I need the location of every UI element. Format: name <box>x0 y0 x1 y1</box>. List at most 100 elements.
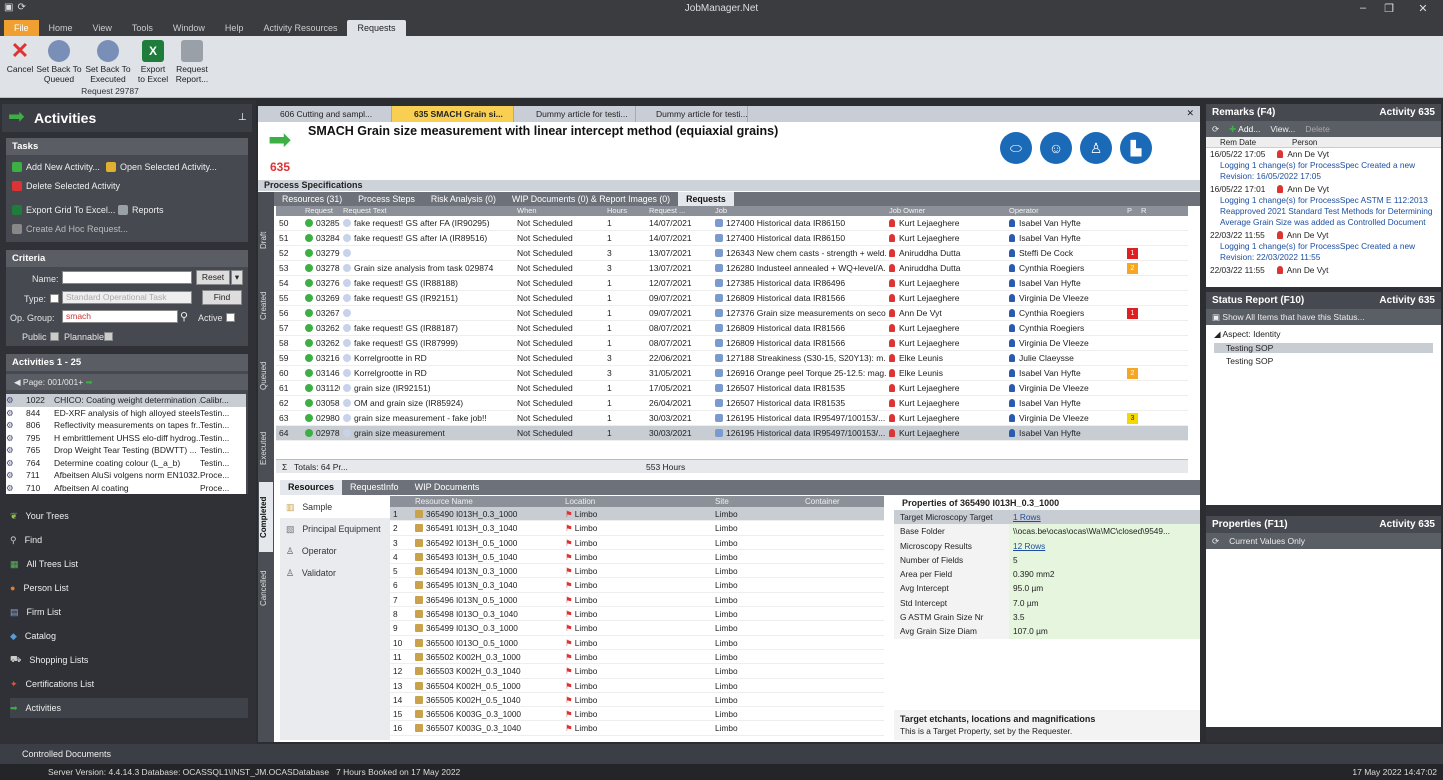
table-row[interactable]: 3 365492 I013H_0.5_1000 ⚑ Limbo Limbo <box>390 536 884 550</box>
column-header[interactable]: Request ... <box>646 206 712 216</box>
column-header[interactable]: Site <box>712 496 802 507</box>
property-value[interactable]: 1 Rows <box>1009 510 1200 525</box>
tab-activity-resources[interactable]: Activity Resources <box>253 20 347 36</box>
table-row[interactable]: 16 365507 K003G_0.3_1040 ⚑ Limbo Limbo <box>390 721 884 736</box>
vtab-draft[interactable]: Draft <box>259 220 273 260</box>
remark-item[interactable]: 16/05/22 17:01 Ann De Vyt Logging 1 change… <box>1206 183 1441 229</box>
table-row[interactable]: 57 032628fake request! GS (IR88187)Not Sc… <box>276 321 1188 336</box>
table-row[interactable]: 58 032627fake request! GS (IR87999)Not Sc… <box>276 336 1188 351</box>
table-row[interactable]: 50 032851fake request! GS after FA (IR902… <box>276 216 1188 231</box>
list-item[interactable]: ⚙ 844 ED-XRF analysis of high alloyed stee… <box>6 407 246 420</box>
list-item[interactable]: ⚙ 806 Reflectivity measurements on tapes f… <box>6 419 246 432</box>
property-row[interactable]: Base Folder \\ocas.be\ocas\ocas\Wa\MC\clo… <box>894 524 1200 539</box>
column-header[interactable]: Job <box>712 206 886 216</box>
delete-remark-button[interactable]: Delete <box>1305 121 1330 137</box>
current-values-toggle[interactable]: Current Values Only <box>1229 533 1305 549</box>
table-row[interactable]: 64 029787grain size measurementNot Schedu… <box>276 426 1188 441</box>
column-header[interactable]: When <box>514 206 604 216</box>
vtab-completed[interactable]: Completed <box>259 482 273 552</box>
table-row[interactable]: 1 365490 I013H_0.3_1000 ⚑ Limbo Limbo <box>390 507 884 522</box>
subtab-wip-documents[interactable]: WIP Documents (0) & Report Images (0) <box>504 192 678 206</box>
refresh-icon[interactable]: ⟳ <box>1212 121 1219 137</box>
add-remark-button[interactable]: ✚ Add... <box>1229 121 1260 137</box>
property-row[interactable]: Avg Grain Size Diam 107.0 µm <box>894 624 1200 639</box>
doc-tab-dummy-1[interactable]: Dummy article for testi... <box>514 106 636 122</box>
tab-help[interactable]: Help <box>215 20 254 36</box>
nav-catalog[interactable]: ◆ Catalog <box>10 626 248 646</box>
list-item[interactable]: ⚙ 1022 CHICO: Coating weight determination… <box>6 394 246 407</box>
status-item[interactable]: Testing SOP <box>1214 343 1433 353</box>
resource-type-validator[interactable]: ♙ Validator <box>280 562 390 584</box>
subtab-risk-analysis[interactable]: Risk Analysis (0) <box>423 192 504 206</box>
doc-tab-635[interactable]: 635 SMACH Grain si... <box>392 106 514 122</box>
export-to-excel-button[interactable]: X Export to Excel <box>136 40 170 84</box>
delete-selected-activity-link[interactable]: Delete Selected Activity <box>12 181 120 191</box>
table-row[interactable]: 10 365500 I013O_0.5_1000 ⚑ Limbo Limbo <box>390 636 884 650</box>
type-select[interactable]: Standard Operational Task <box>62 291 192 304</box>
aspect-node[interactable]: ◢ Aspect: Identity <box>1214 329 1433 340</box>
column-header[interactable] <box>276 206 302 216</box>
property-row[interactable]: G ASTM Grain Size Nr 3.5 <box>894 610 1200 625</box>
vtab-queued[interactable]: Queued <box>259 352 273 400</box>
list-item[interactable]: ⚙ 765 Drop Weight Tear Testing (BDWTT) ...… <box>6 444 246 457</box>
doc-tab-dummy-2[interactable]: Dummy article for testi... <box>636 106 748 122</box>
table-row[interactable]: 9 365499 I013O_0.3_1000 ⚑ Limbo Limbo <box>390 621 884 636</box>
vtab-cancelled[interactable]: Cancelled <box>259 560 273 616</box>
tab-requestinfo[interactable]: RequestInfo <box>342 480 407 495</box>
plannable-checkbox[interactable] <box>104 332 113 341</box>
open-selected-activity-link[interactable]: Open Selected Activity... <box>106 162 217 172</box>
table-row[interactable]: 62 030589OM and grain size (IR85924)Not S… <box>276 396 1188 411</box>
add-new-activity-link[interactable]: Add New Activity... <box>12 162 100 172</box>
close-button[interactable]: ✕ <box>1412 2 1434 15</box>
property-row[interactable]: Number of Fields 5 <box>894 552 1200 568</box>
create-adhoc-request-link[interactable]: Create Ad Hoc Request... <box>12 224 128 234</box>
tab-resources[interactable]: Resources <box>280 480 343 495</box>
column-header[interactable]: Location <box>562 496 712 507</box>
pin-icon[interactable]: ⊥ <box>238 112 247 123</box>
table-row[interactable]: 52 032796 Not Scheduled 3 13/07/2021 126343 N… <box>276 246 1188 261</box>
table-row[interactable]: 15 365506 K003G_0.3_1000 ⚑ Limbo Limbo <box>390 707 884 722</box>
table-row[interactable]: 61 031120grain size (IR92151)Not Schedule… <box>276 381 1188 396</box>
property-row[interactable]: Std Intercept 7.0 µm <box>894 595 1200 611</box>
nav-activities[interactable]: ➡ Activities <box>10 698 248 718</box>
table-row[interactable]: 14 365505 K002H_0.5_1040 ⚑ Limbo Limbo <box>390 693 884 708</box>
minimize-button[interactable]: – <box>1352 2 1374 14</box>
resource-type-sample[interactable]: ▥ Sample <box>280 496 390 518</box>
request-report-button[interactable]: Request Report... <box>172 40 212 84</box>
table-row[interactable]: 4 365493 I013H_0.5_1040 ⚑ Limbo Limbo <box>390 550 884 565</box>
name-input[interactable] <box>62 271 192 284</box>
table-row[interactable]: 11 365502 K002H_0.3_1000 ⚑ Limbo Limbo <box>390 650 884 665</box>
reset-button[interactable]: Reset <box>196 270 230 285</box>
opgroup-input[interactable]: smach <box>62 310 178 323</box>
table-row[interactable]: 59 032169Korrelgrootte in RDNot Scheduled… <box>276 351 1188 366</box>
prev-icon[interactable]: ◀ <box>14 377 23 387</box>
remark-item[interactable]: 22/03/22 11:55 Ann De Vyt <box>1206 264 1441 277</box>
table-row[interactable]: 55 032692fake request! GS (IR92151)Not Sc… <box>276 291 1188 306</box>
list-item[interactable]: ⚙ 711 Afbeitsen AluSi volgens norm EN1032.… <box>6 469 246 482</box>
vtab-executed[interactable]: Executed <box>259 418 273 478</box>
resource-type-principal-equipment[interactable]: ▧ Principal Equipment <box>280 518 390 540</box>
vtab-created[interactable]: Created <box>259 282 273 330</box>
table-row[interactable]: 12 365503 K002H_0.3_1040 ⚑ Limbo Limbo <box>390 664 884 679</box>
nav-certifications-list[interactable]: ✦ Certifications List <box>10 674 248 694</box>
tab-file[interactable]: File <box>4 20 39 36</box>
table-row[interactable]: 60 031468Korrelgrootte in RDNot Scheduled… <box>276 366 1188 381</box>
refresh-icon[interactable]: ⟳ <box>1212 533 1219 549</box>
tab-window[interactable]: Window <box>163 20 215 36</box>
tab-view[interactable]: View <box>83 20 122 36</box>
column-header[interactable]: Job Owner <box>886 206 1006 216</box>
subtab-process-steps[interactable]: Process Steps <box>350 192 423 206</box>
column-header[interactable] <box>390 496 412 507</box>
table-row[interactable]: 63 029804grain size measurement - fake jo… <box>276 411 1188 426</box>
active-checkbox[interactable] <box>226 313 235 322</box>
tab-tools[interactable]: Tools <box>122 20 163 36</box>
list-item[interactable]: ⚙ 764 Determine coating colour (L_a_b) Test… <box>6 457 246 470</box>
remark-item[interactable]: 22/03/22 11:55 Ann De Vyt Logging 1 change… <box>1206 229 1441 264</box>
status-item[interactable]: Testing SOP <box>1214 356 1433 366</box>
doc-tab-606[interactable]: 606 Cutting and sampl... <box>258 106 392 122</box>
column-header[interactable]: Hours <box>604 206 646 216</box>
reports-link[interactable]: Reports <box>118 205 164 215</box>
resource-type-operator[interactable]: ♙ Operator <box>280 540 390 562</box>
list-item[interactable]: ⚙ 795 H embrittlement UHSS elo-diff hydrog… <box>6 432 246 445</box>
table-row[interactable]: 53 032789Grain size analysis from task 02… <box>276 261 1188 276</box>
